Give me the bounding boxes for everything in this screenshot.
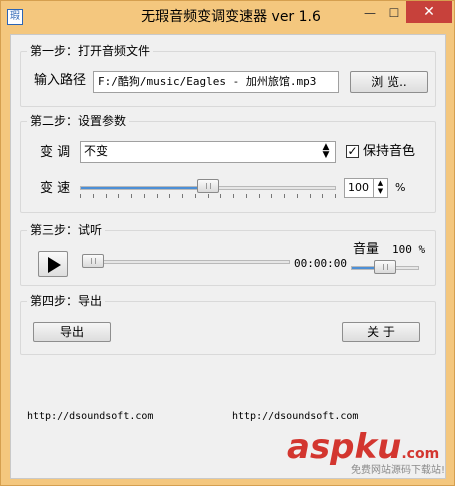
slider-tick — [284, 194, 285, 198]
path-input[interactable]: F:/酷狗/music/Eagles - 加州旅馆.mp3 — [93, 71, 339, 93]
app-icon: 瑕 — [7, 9, 23, 25]
pitch-select-value: 不变 — [84, 144, 109, 158]
group-title: 第二步：设置参数 — [27, 113, 130, 129]
slider-tick — [220, 194, 221, 198]
slider-tick — [246, 194, 247, 198]
group-export: 第四步：导出 导出 关 于 — [20, 293, 436, 355]
time-display: 00:00:00 — [294, 257, 347, 270]
app-window: 瑕 无瑕音频变调变速器 ver 1.6 — ☐ ✕ 第一步：打开音频文件 输入路… — [0, 0, 455, 486]
slider-tick — [106, 194, 107, 198]
website-link-right[interactable]: http://dsoundsoft.com — [232, 410, 358, 424]
volume-label: 音量 — [353, 242, 380, 257]
group-preview: 第三步：试听 00:00:00 音量 100 % — [20, 222, 436, 286]
spin-arrows-icon[interactable]: ▲ ▼ — [373, 179, 387, 197]
watermark-sub: 免费网站源码下载站! — [351, 465, 446, 476]
play-button[interactable] — [38, 251, 68, 277]
speed-slider-fill — [81, 187, 208, 189]
slider-tick — [118, 194, 119, 198]
group-parameters: 第二步：设置参数 变 调 不变 ▲ ▼ ✓ 保持音色 变 速 100 ▲ ▼ % — [20, 113, 436, 213]
pitch-label: 变 调 — [40, 145, 71, 160]
speed-slider-ticks — [80, 194, 336, 198]
watermark-logo: aspku.com 免费网站源码下载站! — [287, 427, 447, 483]
slider-tick — [259, 194, 260, 198]
keep-pitch-label: 保持音色 — [363, 144, 416, 159]
website-link-left[interactable]: http://dsoundsoft.com — [27, 410, 153, 424]
group-title: 第四步：导出 — [27, 293, 106, 309]
window-title: 无瑕音频变调变速器 ver 1.6 — [141, 9, 321, 25]
check-icon: ✓ — [347, 144, 358, 158]
speed-slider-thumb[interactable] — [197, 179, 219, 193]
keep-pitch-checkbox[interactable]: ✓ — [346, 145, 359, 158]
group-title: 第一步：打开音频文件 — [27, 43, 154, 59]
slider-tick — [169, 194, 170, 198]
path-label: 输入路径 — [34, 73, 87, 88]
slider-tick — [131, 194, 132, 198]
slider-tick — [80, 194, 81, 198]
client-area: 第一步：打开音频文件 输入路径 F:/酷狗/music/Eagles - 加州旅… — [10, 34, 446, 479]
close-button[interactable]: ✕ — [406, 1, 452, 23]
play-icon — [48, 257, 61, 273]
minimize-button[interactable]: — — [357, 2, 383, 24]
title-bar[interactable]: 瑕 无瑕音频变调变速器 ver 1.6 — ☐ ✕ — [1, 1, 454, 34]
speed-unit: % — [395, 181, 406, 194]
pitch-select[interactable]: 不变 ▲ ▼ — [80, 141, 336, 163]
slider-tick — [93, 194, 94, 198]
volume-slider-thumb[interactable] — [374, 260, 396, 274]
about-button[interactable]: 关 于 — [342, 322, 420, 342]
volume-value: 100 % — [392, 243, 426, 256]
chevron-updown-icon: ▲ ▼ — [322, 142, 330, 160]
slider-tick — [297, 194, 298, 198]
speed-label: 变 速 — [40, 181, 71, 196]
slider-tick — [208, 194, 209, 198]
slider-tick — [144, 194, 145, 198]
slider-tick — [157, 194, 158, 198]
progress-slider-thumb[interactable] — [82, 254, 104, 268]
slider-tick — [195, 194, 196, 198]
slider-tick — [233, 194, 234, 198]
slider-tick — [310, 194, 311, 198]
maximize-button[interactable]: ☐ — [381, 2, 407, 24]
speed-spinbox[interactable]: 100 ▲ ▼ — [344, 178, 388, 198]
group-title: 第三步：试听 — [27, 222, 106, 238]
slider-tick — [182, 194, 183, 198]
speed-spinbox-value: 100 — [348, 181, 369, 194]
slider-tick — [335, 194, 336, 198]
export-button[interactable]: 导出 — [33, 322, 111, 342]
browse-button[interactable]: 浏 览.. — [350, 71, 428, 93]
slider-tick — [271, 194, 272, 198]
progress-slider-track[interactable] — [82, 260, 290, 264]
group-open-file: 第一步：打开音频文件 输入路径 F:/酷狗/music/Eagles - 加州旅… — [20, 43, 436, 107]
slider-tick — [322, 194, 323, 198]
